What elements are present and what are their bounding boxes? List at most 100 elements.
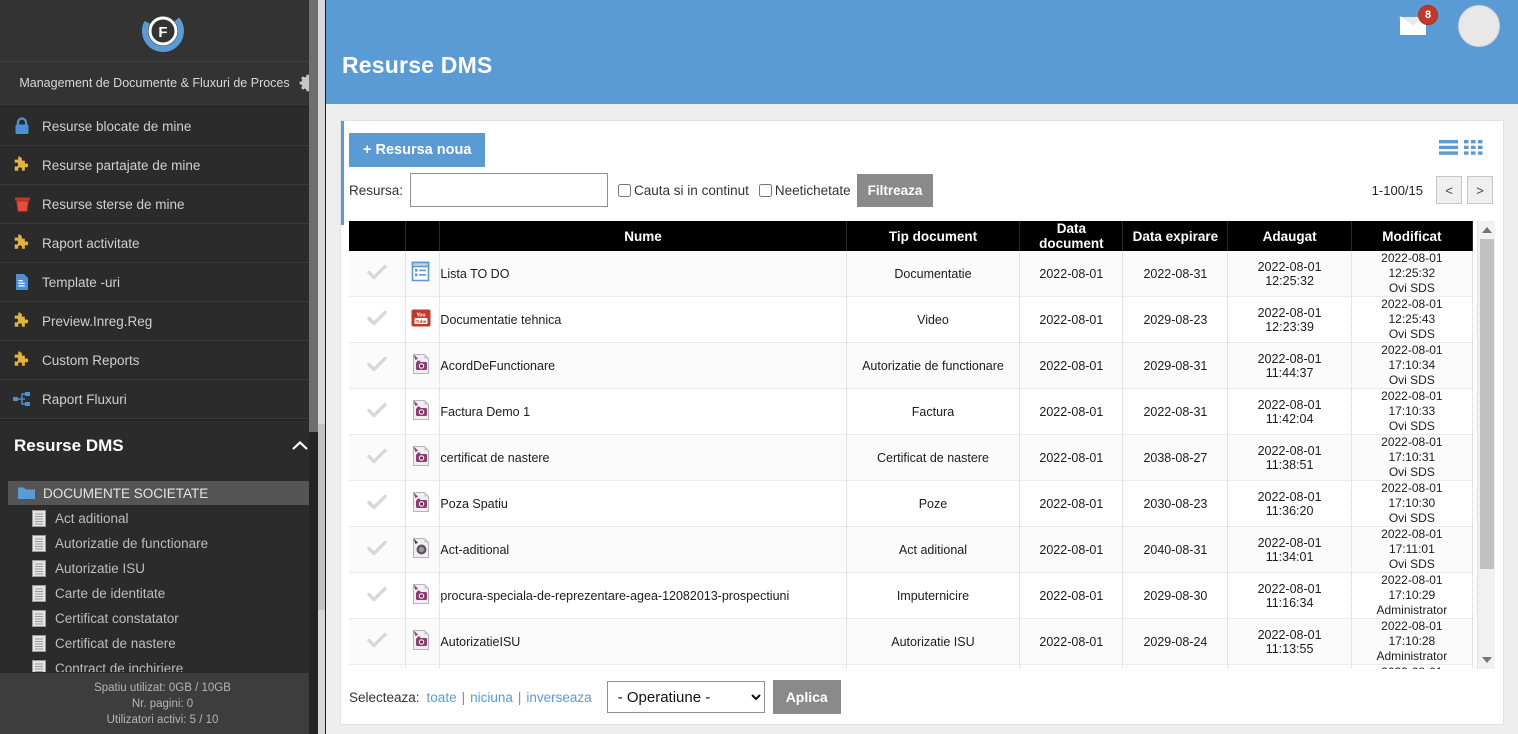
table-row[interactable]: Poza Spatiu Poze 2022-08-01 2030-08-23 2022-…	[349, 480, 1474, 527]
prev-page-button[interactable]: <	[1436, 176, 1462, 204]
column-header-adaugat[interactable]: Adaugat	[1227, 221, 1352, 251]
row-select-cell[interactable]	[349, 572, 407, 619]
row-select-cell[interactable]	[349, 342, 407, 389]
tree-item-autorizatie-de-functionare[interactable]: Autorizatie de functionare	[0, 531, 325, 556]
table-row[interactable]: procura-speciala-de-reprezentare-agea-12…	[349, 572, 1474, 619]
column-header-modificat[interactable]: Modificat	[1351, 221, 1474, 251]
table-row[interactable]: You Tube Documentatie tehnica Video 2022-08-…	[349, 296, 1474, 343]
row-select-cell[interactable]	[349, 251, 407, 297]
separator: |	[517, 689, 522, 705]
chevron-up-icon[interactable]	[291, 436, 309, 456]
row-select-cell[interactable]	[349, 618, 407, 665]
row-select-cell[interactable]	[349, 296, 407, 343]
row-file-icon-cell	[405, 480, 441, 527]
row-adaugat: 2022-08-01 11:38:51	[1227, 434, 1352, 481]
check-icon[interactable]	[367, 264, 387, 283]
sidebar-item-resurse-sterse[interactable]: Resurse sterse de mine	[0, 185, 325, 224]
filter-button[interactable]: Filtreaza	[856, 173, 934, 207]
sidebar-item-custom-reports[interactable]: Custom Reports	[0, 341, 325, 380]
row-modificat: 2022-08-01 12:25:43 Ovi SDS	[1351, 296, 1474, 343]
table-row[interactable]: Act-aditional Act aditional 2022-08-01 2040…	[349, 526, 1474, 573]
row-select-cell[interactable]	[349, 434, 407, 481]
scroll-down-arrow-icon[interactable]	[1482, 657, 1492, 663]
search-input[interactable]	[410, 173, 609, 207]
next-page-button[interactable]: >	[1467, 176, 1493, 204]
sidebar-item-resurse-blocate[interactable]: Resurse blocate de mine	[0, 107, 325, 146]
row-select-cell[interactable]	[349, 526, 407, 573]
column-header-nume[interactable]: Nume	[439, 221, 847, 251]
column-header-icon[interactable]	[405, 221, 441, 251]
sidebar-section-title: Resurse DMS	[14, 435, 124, 455]
row-modificat-user: Ovi SDS	[1388, 327, 1435, 341]
avatar[interactable]	[1458, 5, 1500, 47]
tree-item-autorizatie-isu[interactable]: Autorizatie ISU	[0, 556, 325, 581]
table-scrollbar-track[interactable]	[1477, 221, 1495, 669]
check-icon[interactable]	[367, 632, 387, 651]
search-in-content-checkbox-wrap[interactable]: Cauta si in continut	[618, 183, 749, 198]
check-icon[interactable]	[367, 494, 387, 513]
outer-scrollbar-track[interactable]	[318, 0, 325, 734]
tree-item-carte-de-identitate[interactable]: Carte de identitate	[0, 581, 325, 606]
tree-item-label: Autorizatie ISU	[55, 561, 146, 576]
tree-item-contract-de-inchiriere[interactable]: Contract de inchiriere	[0, 656, 325, 672]
sidebar-item-raport-fluxuri[interactable]: Raport Fluxuri	[0, 380, 325, 419]
select-invert-link[interactable]: inverseaza	[526, 690, 591, 705]
check-icon[interactable]	[367, 448, 387, 467]
row-select-cell[interactable]	[349, 480, 407, 527]
select-none-link[interactable]: niciuna	[470, 690, 513, 705]
table-row[interactable]: Factura Demo 1 Factura 2022-08-01 2022-08-3…	[349, 388, 1474, 435]
scroll-up-arrow-icon[interactable]	[1482, 227, 1492, 233]
table-scrollbar-thumb[interactable]	[1480, 239, 1494, 569]
tree-item-act-aditional[interactable]: Act aditional	[0, 506, 325, 531]
row-nume-text: Act-aditional	[440, 542, 510, 557]
row-nume-text: Documentatie tehnica	[440, 312, 562, 327]
add-resource-button[interactable]: + Resursa noua	[349, 133, 486, 167]
check-icon[interactable]	[367, 586, 387, 605]
select-all-link[interactable]: toate	[427, 690, 457, 705]
sidebar-item-raport-activitate[interactable]: Raport activitate	[0, 224, 325, 263]
tree-item-certificat-de-nastere[interactable]: Certificat de nastere	[0, 631, 325, 656]
sidebar-section-resurse-dms[interactable]: Resurse DMS	[0, 419, 325, 471]
tree-root-documente-societate[interactable]: DOCUMENTE SOCIETATE	[8, 481, 317, 505]
column-header-select[interactable]	[349, 221, 407, 251]
check-icon[interactable]	[367, 356, 387, 375]
row-tip-document: Imputernicire	[846, 572, 1021, 619]
check-icon[interactable]	[367, 310, 387, 329]
tree-item-certificat-constatator[interactable]: Certificat constatator	[0, 606, 325, 631]
list-view-icon[interactable]	[1439, 140, 1458, 160]
row-adaugat: 2022-08-01 11:13:55	[1227, 618, 1352, 665]
row-file-icon-cell: You Tube	[405, 296, 441, 343]
row-nume: Lista TO DO	[439, 251, 847, 297]
operation-select[interactable]: - Operatiune -	[606, 681, 765, 713]
mail-icon[interactable]: 8	[1398, 5, 1438, 41]
untagged-checkbox-wrap[interactable]: Neetichetate	[758, 183, 851, 198]
row-select-cell[interactable]	[349, 388, 407, 435]
column-header-data-document[interactable]: Data document	[1019, 221, 1124, 251]
search-in-content-checkbox[interactable]	[618, 183, 632, 197]
table-row[interactable]: certificat de nastere Certificat de naste…	[349, 434, 1474, 481]
storage-usage: Spatiu utilizat: 0GB / 10GB	[94, 682, 231, 694]
row-adaugat: 2022-08-01 11:34:01	[1227, 526, 1352, 573]
check-icon[interactable]	[367, 402, 387, 421]
table-row[interactable]: AcordDeFunctionare Autorizatie de functio…	[349, 342, 1474, 389]
outer-scrollbar-thumb[interactable]	[318, 424, 325, 610]
row-data-expirare: 2038-08-27	[1122, 434, 1229, 481]
row-modificat-user: Ovi SDS	[1388, 373, 1435, 387]
row-data-document: 2022-08-01	[1019, 572, 1124, 619]
row-modificat: 2022-08-01 12:25:32 Ovi SDS	[1351, 251, 1474, 297]
sidebar-item-resurse-partajate[interactable]: Resurse partajate de mine	[0, 146, 325, 185]
table-row[interactable]: AutorizatieISU Autorizatie ISU 2022-08-01 2…	[349, 618, 1474, 665]
apply-button[interactable]: Aplica	[772, 680, 841, 714]
row-tip-document-text: Certificat de nastere	[877, 450, 989, 465]
untagged-checkbox[interactable]	[758, 183, 772, 197]
document-icon	[32, 585, 46, 602]
table-row[interactable]: Lista TO DO Documentatie 2022-08-01 2022-08…	[349, 251, 1474, 297]
sidebar-scrollbar-thumb[interactable]	[309, 0, 318, 432]
column-header-tip-document[interactable]: Tip document	[846, 221, 1021, 251]
check-icon[interactable]	[367, 540, 387, 559]
sidebar-item-template-uri[interactable]: Template -uri	[0, 263, 325, 302]
column-header-data-expirare[interactable]: Data expirare	[1122, 221, 1229, 251]
row-tip-document-text: Imputernicire	[896, 588, 970, 603]
sidebar-item-preview-inreg-reg[interactable]: Preview.Inreg.Reg	[0, 302, 325, 341]
grid-view-icon[interactable]	[1464, 140, 1483, 160]
